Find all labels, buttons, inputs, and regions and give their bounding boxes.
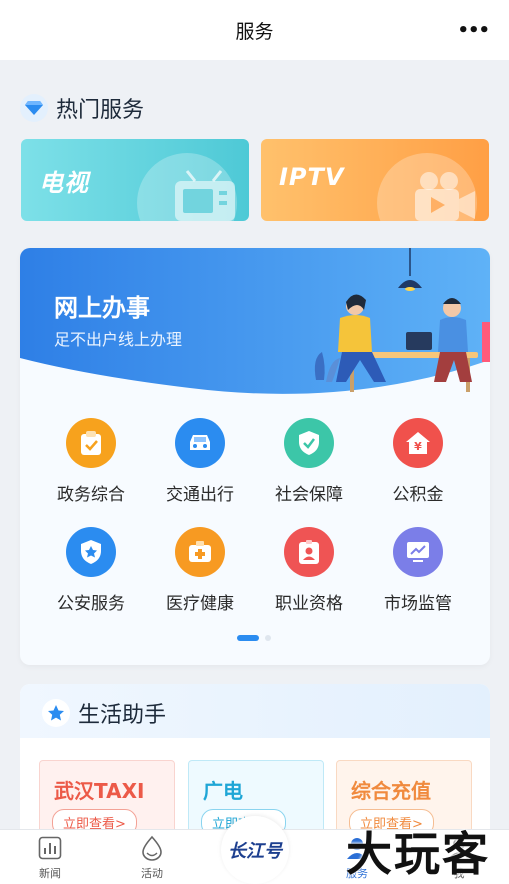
watermark-text: 大玩客 <box>346 827 490 881</box>
grid-item-label: 社会保障 <box>275 485 343 505</box>
iptv-card[interactable]: IPTV <box>261 139 489 221</box>
svg-text:¥: ¥ <box>414 440 422 453</box>
taxi-card[interactable]: 武汉TAXI 立即查看> <box>39 760 175 840</box>
grid-item-label: 职业资格 <box>275 594 343 614</box>
page-title: 服务 <box>235 20 274 43</box>
hot-services-title: 热门服务 <box>56 98 145 123</box>
grid-item-housing-fund[interactable]: ¥ 公积金 <box>363 418 473 505</box>
id-card-icon <box>284 527 334 577</box>
grid-item-traffic[interactable]: 交通出行 <box>145 418 255 505</box>
pager-dot-active[interactable] <box>237 635 259 641</box>
center-logo-text: 长江号 <box>228 841 282 862</box>
carousel-pager[interactable] <box>237 635 271 641</box>
video-camera-icon <box>415 172 475 221</box>
grid-item-market-supervision[interactable]: 市场监管 <box>363 527 473 614</box>
taxi-card-title: 武汉TAXI <box>54 779 145 803</box>
medical-kit-icon <box>175 527 225 577</box>
grid-item-medical[interactable]: 医疗健康 <box>145 527 255 614</box>
hot-services-header: 热门服务 <box>20 92 144 124</box>
tab-label: 活动 <box>141 867 163 880</box>
online-service-title: 网上办事 <box>54 294 150 322</box>
shield-check-icon <box>284 418 334 468</box>
grid-item-label: 交通出行 <box>166 485 234 505</box>
life-assistant-title: 生活助手 <box>78 703 167 728</box>
car-icon <box>175 418 225 468</box>
police-badge-icon <box>66 527 116 577</box>
monitor-chart-icon <box>393 527 443 577</box>
grid-item-police[interactable]: 公安服务 <box>36 527 146 614</box>
grid-item-label: 公安服务 <box>57 594 125 614</box>
grid-item-government[interactable]: 政务综合 <box>36 418 146 505</box>
tv-icon <box>175 170 235 221</box>
iptv-card-label: IPTV <box>279 163 345 191</box>
tab-activity[interactable]: 活动 <box>122 834 182 881</box>
recharge-card-title: 综合充值 <box>351 779 431 803</box>
online-service-banner[interactable]: 网上办事 足不出户线上办理 <box>20 248 490 398</box>
life-assistant-title-wrap: 生活助手 <box>42 697 166 729</box>
grid-item-qualification[interactable]: 职业资格 <box>254 527 364 614</box>
tv-card-label: 电视 <box>39 169 89 197</box>
grid-item-label: 市场监管 <box>384 594 452 614</box>
clipboard-check-icon <box>66 418 116 468</box>
tab-label: 新闻 <box>39 867 61 880</box>
star-icon <box>42 699 70 727</box>
tab-news[interactable]: 新闻 <box>20 834 80 881</box>
grid-item-label: 公积金 <box>392 485 444 505</box>
broadcast-card-title: 广电 <box>203 779 243 803</box>
tv-card[interactable]: 电视 <box>21 139 249 221</box>
top-bar: 服务 ••• <box>0 0 509 60</box>
diamond-icon <box>20 94 48 122</box>
news-chart-icon <box>20 834 80 862</box>
life-assistant-header: 生活助手 <box>20 684 490 738</box>
grid-item-label: 政务综合 <box>57 485 125 505</box>
online-service-panel: 网上办事 足不出户线上办理 政务综合 交通出行 社会保障 ¥ 公积金 公安服务 <box>20 248 490 665</box>
more-menu-icon[interactable]: ••• <box>457 20 490 41</box>
pager-dot[interactable] <box>265 635 271 641</box>
grid-item-label: 医疗健康 <box>166 594 234 614</box>
activity-drop-icon <box>122 834 182 862</box>
grid-item-social-security[interactable]: 社会保障 <box>254 418 364 505</box>
online-service-subtitle: 足不出户线上办理 <box>54 330 183 349</box>
banner-background <box>20 248 490 394</box>
house-yen-icon: ¥ <box>393 418 443 468</box>
center-logo-button[interactable]: 长江号 <box>221 816 289 884</box>
